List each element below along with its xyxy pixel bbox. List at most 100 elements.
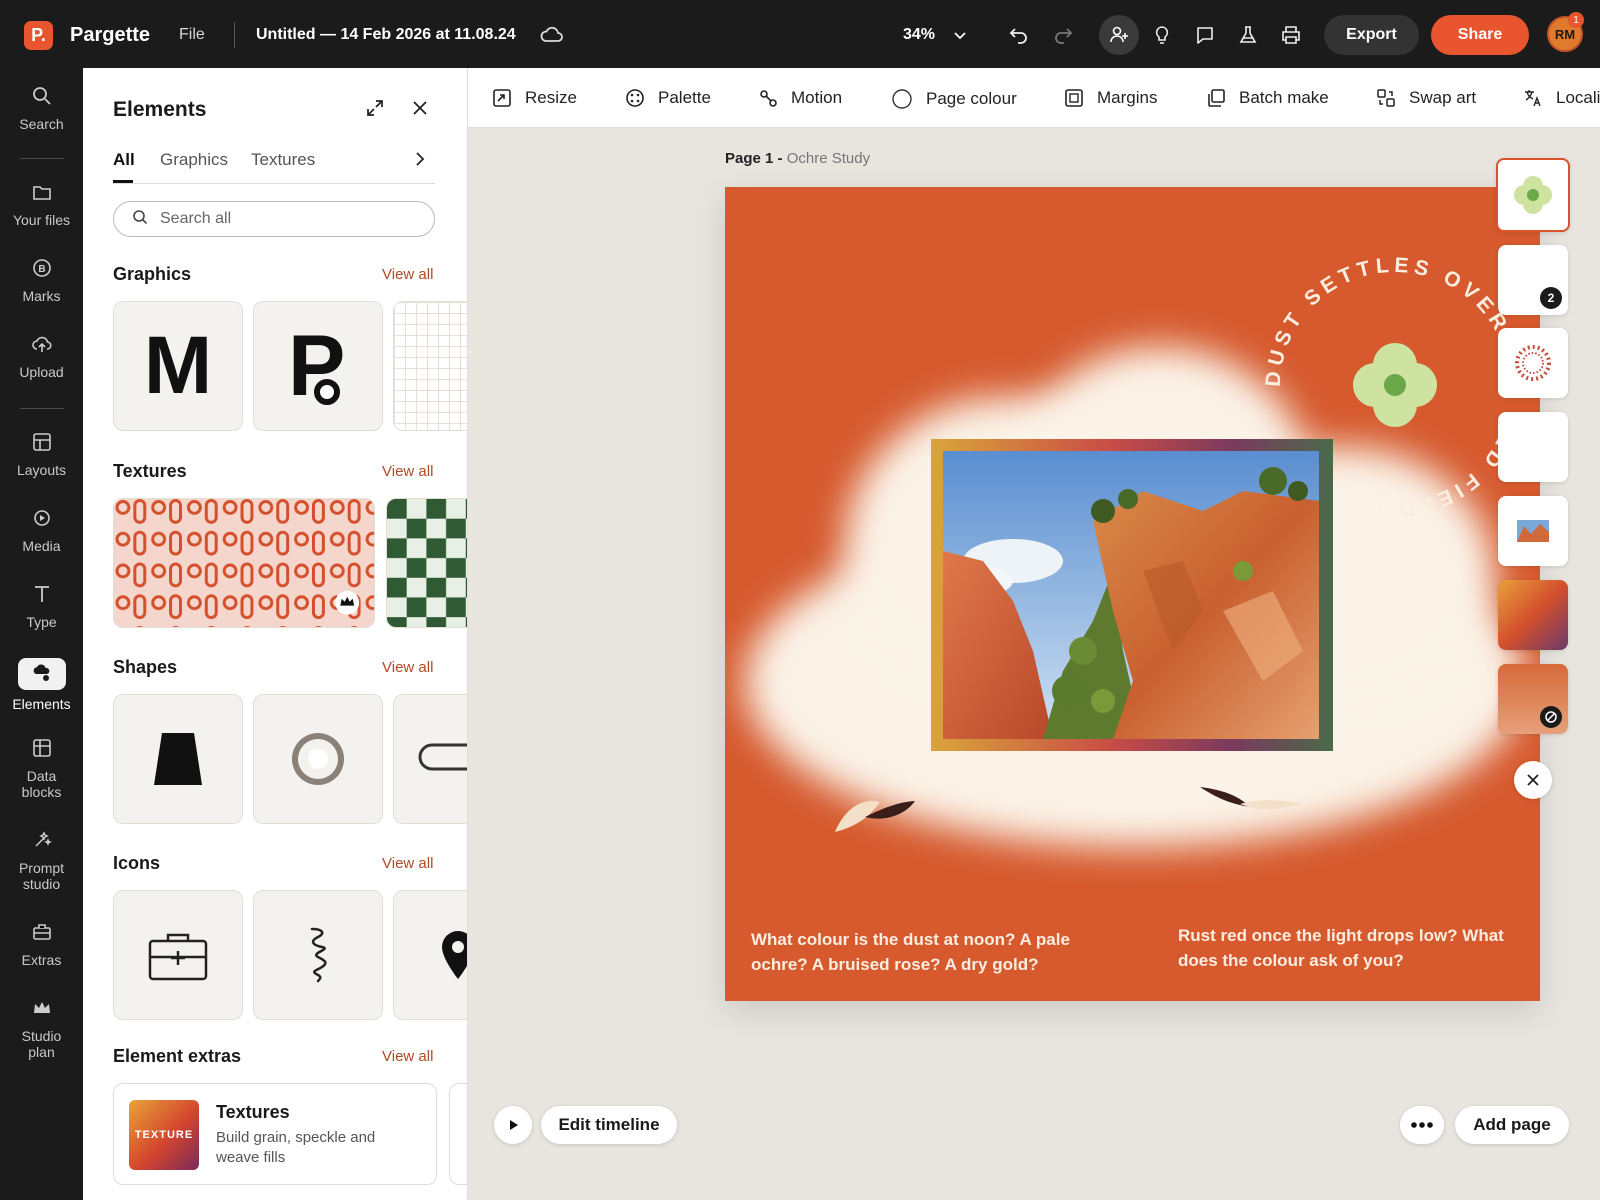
briefcase-medical-icon — [148, 933, 208, 981]
view-all-extras-link[interactable]: View all — [382, 1048, 433, 1065]
extra-card-next[interactable] — [449, 1083, 467, 1185]
export-button[interactable]: Export — [1324, 15, 1419, 55]
texture-tile-links[interactable] — [113, 498, 375, 628]
layout-icon — [0, 430, 83, 454]
flower-thumb-graphic — [1514, 176, 1552, 214]
view-all-graphics-link[interactable]: View all — [382, 266, 433, 283]
question-text-right[interactable]: Rust red once the light drops low? What … — [1178, 923, 1518, 973]
left-rail: Search Your files B Marks Upload Layouts… — [0, 68, 83, 1200]
cloud-sync-icon[interactable] — [540, 24, 564, 51]
chevron-down-icon[interactable] — [952, 27, 968, 48]
rail-item-studio-plan[interactable]: Studio plan — [0, 996, 83, 1060]
question-text-left[interactable]: What colour is the dust at noon? A pale … — [751, 927, 1111, 977]
rail-item-marks[interactable]: B Marks — [0, 256, 83, 304]
leaf-graphic — [835, 800, 915, 832]
more-dots-icon — [1411, 1122, 1433, 1128]
rail-item-elements[interactable]: Elements — [0, 658, 83, 712]
tool-page-colour[interactable]: Page colour — [891, 88, 1017, 110]
shape-tile-capsule[interactable] — [393, 694, 467, 824]
edit-timeline-button[interactable]: Edit timeline — [541, 1106, 677, 1144]
shape-tile-trapezoid[interactable] — [113, 694, 243, 824]
chevron-right-icon[interactable] — [413, 150, 427, 173]
document-title[interactable]: Untitled — 14 Feb 2026 at 11.08.24 — [256, 26, 516, 44]
rail-item-type[interactable]: Type — [0, 582, 83, 630]
layer-thumb-flower[interactable] — [1496, 158, 1570, 232]
icon-tile-briefcase[interactable] — [113, 890, 243, 1020]
tab-all[interactable]: All — [113, 150, 135, 170]
close-icon[interactable] — [1514, 761, 1552, 799]
add-page-button[interactable]: Add page — [1455, 1106, 1569, 1144]
layer-thumb-background[interactable] — [1498, 664, 1568, 734]
batch-icon — [1206, 88, 1226, 108]
layer-thumb-photo[interactable] — [1498, 496, 1568, 566]
tool-label: Margins — [1097, 88, 1158, 107]
view-all-shapes-link[interactable]: View all — [382, 659, 433, 676]
expand-icon[interactable] — [365, 98, 385, 123]
share-button[interactable]: Share — [1431, 15, 1529, 55]
page-label[interactable]: Page 1 - Ochre Study — [725, 150, 870, 167]
graphic-tile-grid[interactable] — [393, 301, 467, 431]
graphic-tile-p[interactable]: P — [253, 301, 383, 431]
tab-graphics[interactable]: Graphics — [160, 150, 228, 170]
flask-icon[interactable] — [1235, 22, 1261, 48]
icon-tile-location[interactable] — [393, 890, 467, 1020]
rail-item-label: Type — [26, 614, 57, 630]
panel-tabs: All Graphics Textures — [113, 150, 435, 184]
file-menu[interactable]: File — [179, 26, 205, 44]
tab-textures[interactable]: Textures — [251, 150, 315, 170]
icon-tile-spring[interactable] — [253, 890, 383, 1020]
graphic-tile-m[interactable]: M — [113, 301, 243, 431]
close-icon[interactable] — [410, 98, 430, 123]
tool-label: Swap art — [1409, 88, 1477, 107]
layer-thumb-ring[interactable] — [1498, 328, 1568, 398]
type-icon — [0, 582, 83, 606]
ring-dot-shape — [314, 379, 340, 405]
layer-thumb-gradient[interactable] — [1498, 580, 1568, 650]
search-input[interactable] — [160, 210, 410, 228]
tool-swap-art[interactable]: Swap art — [1376, 88, 1476, 108]
rail-item-prompt-studio[interactable]: Prompt studio — [0, 828, 83, 892]
rail-item-search[interactable]: Search — [0, 84, 83, 132]
elements-icon — [17, 658, 66, 690]
rail-item-layouts[interactable]: Layouts — [0, 430, 83, 478]
rail-item-label: Data blocks — [21, 768, 62, 800]
lightbulb-icon[interactable] — [1149, 22, 1175, 48]
hidden-icon[interactable] — [1540, 706, 1562, 728]
add-collaborator-icon[interactable] — [1099, 15, 1139, 55]
layer-thumb-blank[interactable] — [1498, 412, 1568, 482]
tool-palette[interactable]: Palette — [625, 88, 711, 108]
shape-tile-ring[interactable] — [253, 694, 383, 824]
play-button[interactable] — [494, 1106, 532, 1144]
app-logo[interactable]: P. — [24, 21, 53, 50]
upload-cloud-icon — [0, 332, 83, 356]
zoom-level[interactable]: 34% — [903, 26, 935, 44]
redo-icon[interactable] — [1050, 22, 1076, 48]
page-number: Page 1 - — [725, 150, 783, 167]
texture-tile-checker[interactable] — [386, 498, 467, 628]
view-all-textures-link[interactable]: View all — [382, 463, 433, 480]
rail-item-extras[interactable]: Extras — [0, 920, 83, 968]
comment-icon[interactable] — [1192, 22, 1218, 48]
undo-icon[interactable] — [1006, 22, 1032, 48]
view-all-icons-link[interactable]: View all — [382, 855, 433, 872]
rail-item-your-files[interactable]: Your files — [0, 180, 83, 228]
print-icon[interactable] — [1278, 22, 1304, 48]
svg-text:B: B — [38, 264, 45, 275]
tool-motion[interactable]: Motion — [758, 88, 842, 108]
extra-card-textures[interactable]: TEXTURE Textures Build grain, speckle an… — [113, 1083, 437, 1185]
active-tab-indicator — [113, 180, 133, 183]
rail-item-label: Marks — [22, 288, 61, 304]
panel-title: Elements — [113, 98, 207, 121]
tool-resize[interactable]: Resize — [492, 88, 577, 108]
more-options-button[interactable] — [1400, 1106, 1444, 1144]
tool-margins[interactable]: Margins — [1064, 88, 1157, 108]
search-field[interactable] — [113, 201, 435, 237]
rail-item-media[interactable]: Media — [0, 506, 83, 554]
rail-item-data-blocks[interactable]: Data blocks — [0, 736, 83, 800]
rail-item-upload[interactable]: Upload — [0, 332, 83, 380]
artboard[interactable]: DUST SETTLES OVER THE OLD FIELD · What c… — [725, 187, 1540, 1001]
tool-batch-make[interactable]: Batch make — [1206, 88, 1329, 108]
ring-shape — [292, 733, 344, 785]
tool-localise[interactable]: Localis — [1523, 88, 1600, 108]
layer-thumb-2[interactable]: 2 — [1498, 245, 1568, 315]
